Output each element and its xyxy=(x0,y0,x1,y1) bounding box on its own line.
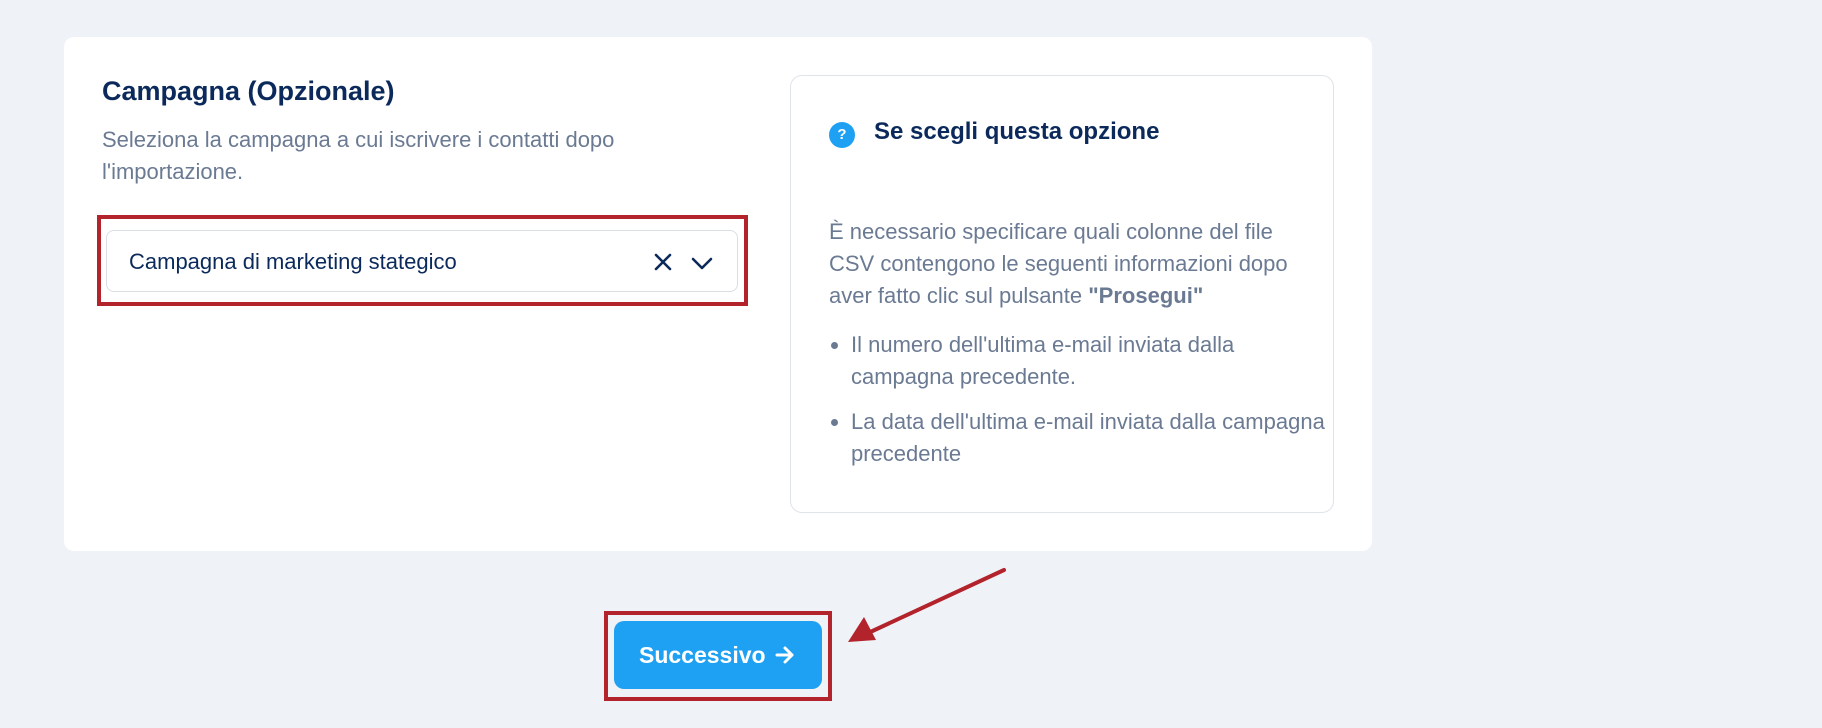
info-text-body: È necessario specificare quali colonne d… xyxy=(829,219,1288,308)
close-icon[interactable] xyxy=(652,251,674,273)
campaign-description: Seleziona la campagna a cui iscrivere i … xyxy=(102,127,615,184)
question-icon: ? xyxy=(829,122,855,148)
annotation-arrow xyxy=(848,568,1006,642)
info-text-strong: "Prosegui" xyxy=(1088,283,1204,308)
info-title: Se scegli questa opzione xyxy=(874,118,1160,145)
info-bullet-list: Il numero dell'ultima e-mail inviata dal… xyxy=(829,329,1331,483)
campaign-select[interactable]: Campagna di marketing stategico xyxy=(106,230,738,292)
next-button-label: Successivo xyxy=(639,642,766,668)
campaign-title: Campagna (Opzionale) xyxy=(102,76,395,106)
arrow-right-icon xyxy=(775,646,794,664)
info-text: È necessario specificare quali colonne d… xyxy=(829,216,1309,312)
next-button[interactable]: Successivo xyxy=(614,621,822,689)
info-box: ? Se scegli questa opzione È necessario … xyxy=(790,75,1334,513)
info-bullet-item: La data dell'ultima e-mail inviata dalla… xyxy=(851,406,1331,470)
info-bullet-item: Il numero dell'ultima e-mail inviata dal… xyxy=(851,329,1331,393)
chevron-down-icon[interactable] xyxy=(689,252,715,274)
campaign-select-value: Campagna di marketing stategico xyxy=(129,249,457,274)
